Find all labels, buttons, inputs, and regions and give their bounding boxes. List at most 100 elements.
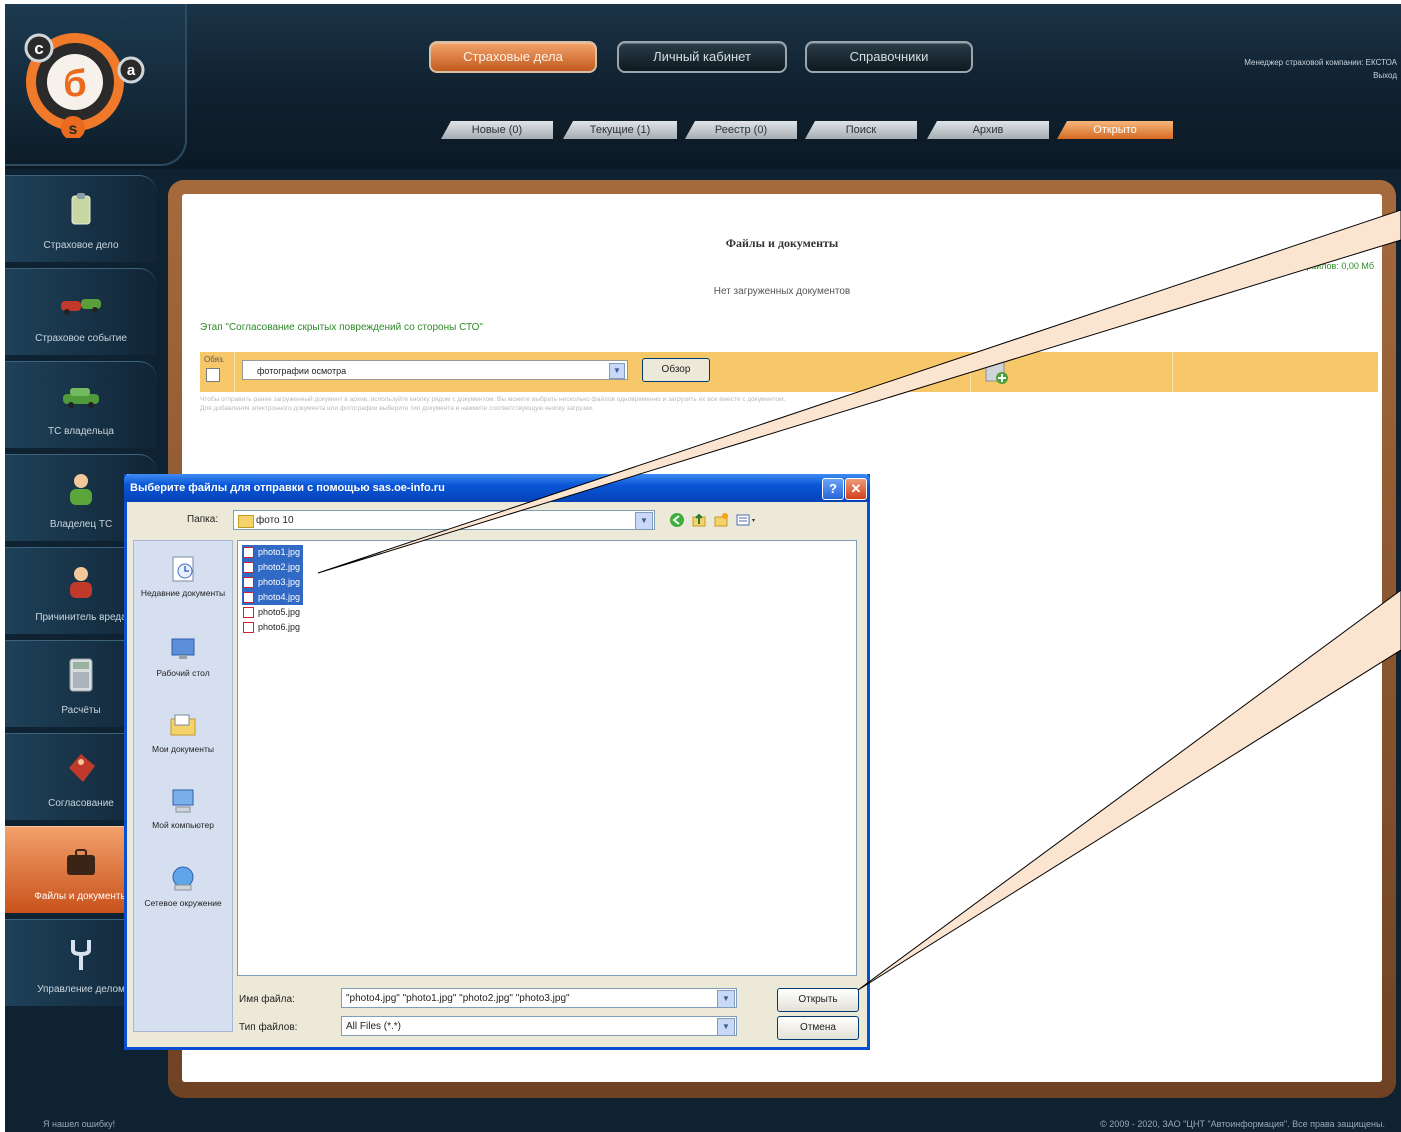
file-list[interactable]: photo1.jpg photo2.jpg photo3.jpg photo4.… [237,540,857,976]
tab-current[interactable]: Текущие (1) [563,121,677,139]
new-folder-icon[interactable] [713,512,729,528]
image-file-icon [243,547,254,558]
my-documents-icon [170,714,196,736]
filetype-select[interactable]: All Files (*.*) ▼ [341,1016,737,1036]
tab-registry[interactable]: Реестр (0) [685,121,797,139]
nav-directories[interactable]: Справочники [805,41,973,73]
upload-row: Обяз. фотографии осмотра ▼ Обзор [200,352,1378,392]
image-file-icon [243,592,254,603]
sidebar-item-label: Страховое событие [35,333,127,344]
clipboard-icon [71,193,91,225]
file-name: photo5.jpg [258,607,301,617]
file-item[interactable]: photo3.jpg [242,575,304,590]
chevron-down-icon[interactable]: ▼ [717,1018,735,1036]
sidebar-item-label: Страховое дело [43,240,119,251]
open-button[interactable]: Открыть [777,988,859,1012]
user-info: Менеджер страховой компании: ЕКСТОА Выхо… [1244,56,1397,82]
nav-personal-cabinet[interactable]: Личный кабинет [617,41,787,73]
recent-documents-icon [172,556,194,582]
place-desktop[interactable]: Рабочий стол [134,633,232,679]
fork-icon [71,940,91,970]
file-name: photo4.jpg [258,592,301,602]
filename-label: Имя файла: [239,994,295,1005]
place-label: Недавние документы [140,588,226,598]
place-recent-documents[interactable]: Недавние документы [134,553,232,599]
tab-opened[interactable]: Открыто [1057,121,1173,139]
mandatory-checkbox[interactable] [206,368,220,382]
folder-icon [238,515,254,528]
report-error-link[interactable]: Я нашел ошибку! [43,1119,115,1129]
tag-icon [69,754,95,782]
close-icon[interactable]: ✕ [845,478,867,500]
file-name: photo1.jpg [258,547,301,557]
place-my-documents[interactable]: Мои документы [134,709,232,755]
tab-search[interactable]: Поиск [805,121,917,139]
document-type-select[interactable]: фотографии осмотра ▼ [242,360,628,380]
file-name: photo2.jpg [258,562,301,572]
car-crash-icon [61,299,101,315]
sidebar-item-label: ТС владельца [48,426,114,437]
tab-archive[interactable]: Архив [927,121,1049,139]
file-item[interactable]: photo5.jpg [242,605,303,620]
row-divider [234,352,235,392]
image-file-icon [243,577,254,588]
filetype-value: All Files (*.*) [346,1021,402,1032]
svg-text:б: б [63,63,86,105]
place-label: Сетевое окружение [144,898,222,908]
row-divider [1172,352,1173,392]
files-size: Объем файлов: 0,00 Мб [1272,261,1374,271]
network-icon [172,866,194,891]
upload-icon[interactable] [982,358,1012,386]
dialog-titlebar[interactable]: Выберите файлы для отправки с помощью sa… [124,474,870,502]
user-role: Менеджер страховой компании: ЕКСТОА [1244,58,1397,67]
briefcase-icon [67,849,95,875]
file-item[interactable]: photo1.jpg [242,545,304,560]
svg-text:s: s [69,121,78,138]
file-item[interactable]: photo2.jpg [242,560,304,575]
sidebar-item-owner-vehicle[interactable]: ТС владельца [5,361,157,448]
hint-line: Для добавления электронного документа ил… [200,405,594,412]
sidebar-item-insurance-event[interactable]: Страховое событие [5,268,157,355]
file-name: photo6.jpg [258,622,301,632]
image-file-icon [243,562,254,573]
help-icon[interactable]: ? [822,478,844,500]
view-menu-icon[interactable] [735,512,759,528]
tab-new[interactable]: Новые (0) [441,121,553,139]
nav-insurance-cases[interactable]: Страховые дела [429,41,597,73]
chevron-down-icon[interactable]: ▼ [717,990,735,1007]
folder-label: Папка: [187,514,219,525]
logout-link[interactable]: Выход [1244,69,1397,82]
page-title: Файлы и документы [725,236,839,250]
calculator-icon [69,658,93,692]
filename-input[interactable]: "photo4.jpg" "photo1.jpg" "photo2.jpg" "… [341,988,737,1008]
person-red-icon [70,567,92,598]
sidebar-item-insurance-case[interactable]: Страховое дело [5,175,157,262]
folder-value: фото 10 [256,515,294,526]
image-file-icon [243,622,254,633]
up-folder-icon[interactable] [691,512,707,528]
back-icon[interactable] [669,512,685,528]
browse-button[interactable]: Обзор [642,358,710,382]
chevron-down-icon[interactable]: ▼ [609,363,625,379]
cancel-button[interactable]: Отмена [777,1016,859,1040]
image-file-icon [243,607,254,618]
place-network[interactable]: Сетевое окружение [134,863,232,909]
logo-area: б c a s [5,4,187,166]
file-item[interactable]: photo4.jpg [242,590,304,605]
upload-hint: Чтобы отправить ранее загруженный докуме… [200,395,990,413]
desktop-icon [171,638,195,659]
footer: Я нашел ошибку! © 2009 - 2020, ЗАО "ЦНТ … [5,1116,1401,1132]
places-bar: Недавние документы Рабочий стол Мои доку… [133,540,233,1032]
place-my-computer[interactable]: Мой компьютер [134,785,232,831]
chevron-down-icon[interactable]: ▼ [635,512,653,530]
header: б c a s Страховые дела Личный кабинет Сп… [5,4,1401,169]
copyright: © 2009 - 2020, ЗАО "ЦНТ "Автоинформация"… [1100,1119,1385,1129]
my-computer-icon [172,789,194,813]
filename-value: "photo4.jpg" "photo1.jpg" "photo2.jpg" "… [346,993,570,1004]
file-item[interactable]: photo6.jpg [242,620,303,635]
logo-icon: б c a s [24,33,145,138]
car-icon [63,388,99,408]
folder-select[interactable]: фото 10 ▼ [233,510,655,530]
place-label: Мои документы [152,744,214,754]
stage-title: Этап "Согласование скрытых повреждений с… [200,322,483,333]
